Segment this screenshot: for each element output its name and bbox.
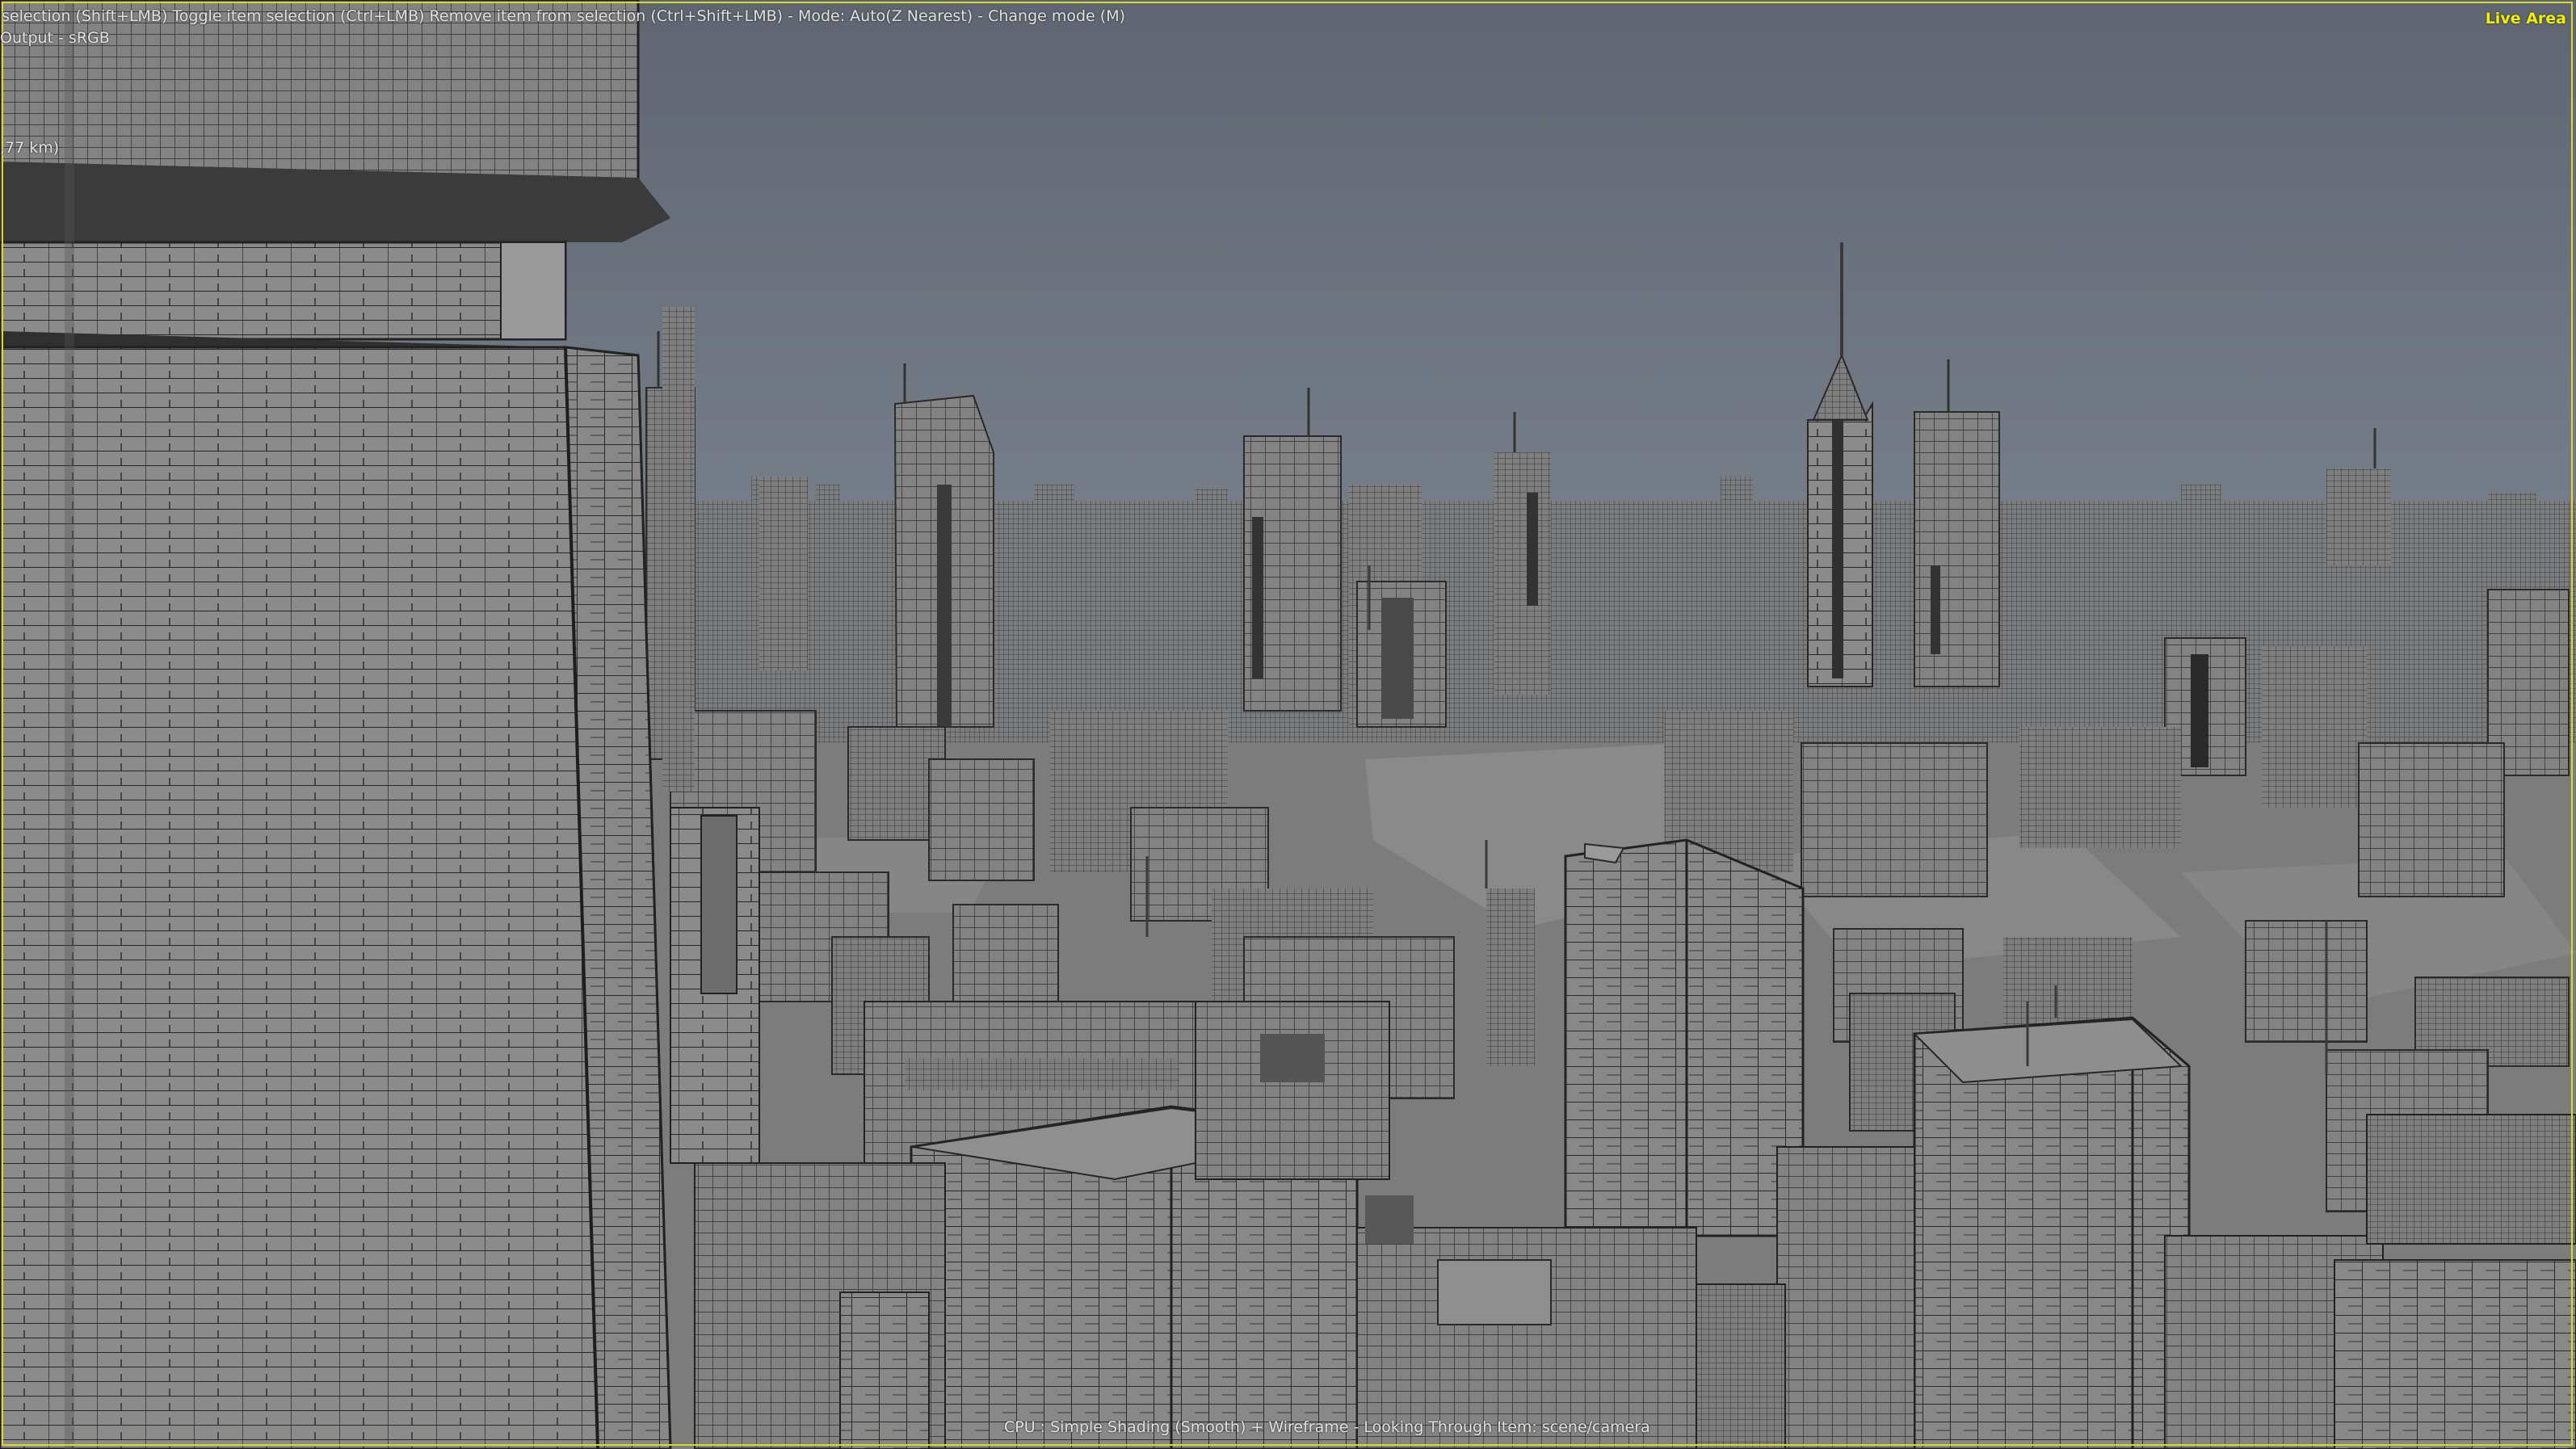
left-foreground-tower: [0, 0, 695, 1449]
3d-viewport[interactable]: selection (Shift+LMB) Toggle item select…: [0, 0, 2576, 1449]
scene-render[interactable]: [0, 0, 2576, 1449]
selection-hints: selection (Shift+LMB) Toggle item select…: [2, 7, 1126, 25]
viewport-status: CPU : Simple Shading (Smooth) + Wirefram…: [1004, 1418, 1650, 1436]
output-colorspace-label: Output - sRGB: [0, 29, 110, 47]
distance-readout: ,77 km): [0, 139, 60, 157]
live-area-label: Live Area: [2485, 10, 2566, 27]
